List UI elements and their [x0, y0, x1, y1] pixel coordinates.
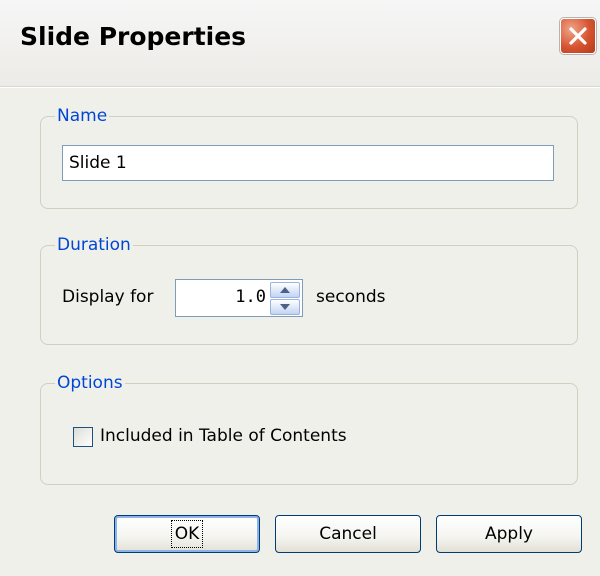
- apply-button-label: Apply: [485, 524, 533, 544]
- dialog-title: Slide Properties: [20, 22, 247, 51]
- slide-name-input[interactable]: [62, 145, 554, 181]
- options-group-label: Options: [55, 371, 125, 395]
- seconds-label: seconds: [316, 287, 386, 307]
- toc-checkbox[interactable]: [73, 427, 93, 447]
- cancel-button-label: Cancel: [319, 524, 377, 544]
- title-bar[interactable]: Slide Properties: [0, 0, 600, 87]
- duration-spinner[interactable]: 1.0: [175, 279, 303, 317]
- slide-properties-dialog: Slide Properties Name Duration Display f…: [0, 0, 600, 576]
- close-button[interactable]: [560, 18, 596, 54]
- toc-checkbox-label[interactable]: Included in Table of Contents: [100, 426, 347, 446]
- close-icon: [569, 27, 587, 45]
- spin-up-button[interactable]: [270, 282, 300, 298]
- ok-button[interactable]: OK: [114, 515, 260, 553]
- triangle-up-icon: [280, 287, 290, 293]
- triangle-down-icon: [280, 304, 290, 310]
- cancel-button[interactable]: Cancel: [275, 515, 421, 553]
- apply-button[interactable]: Apply: [436, 515, 582, 553]
- duration-value[interactable]: 1.0: [235, 287, 266, 307]
- name-group-label: Name: [55, 104, 110, 128]
- duration-group-label: Duration: [55, 233, 133, 257]
- spin-down-button[interactable]: [270, 299, 300, 315]
- ok-button-label: OK: [170, 520, 204, 548]
- display-for-label: Display for: [62, 287, 154, 307]
